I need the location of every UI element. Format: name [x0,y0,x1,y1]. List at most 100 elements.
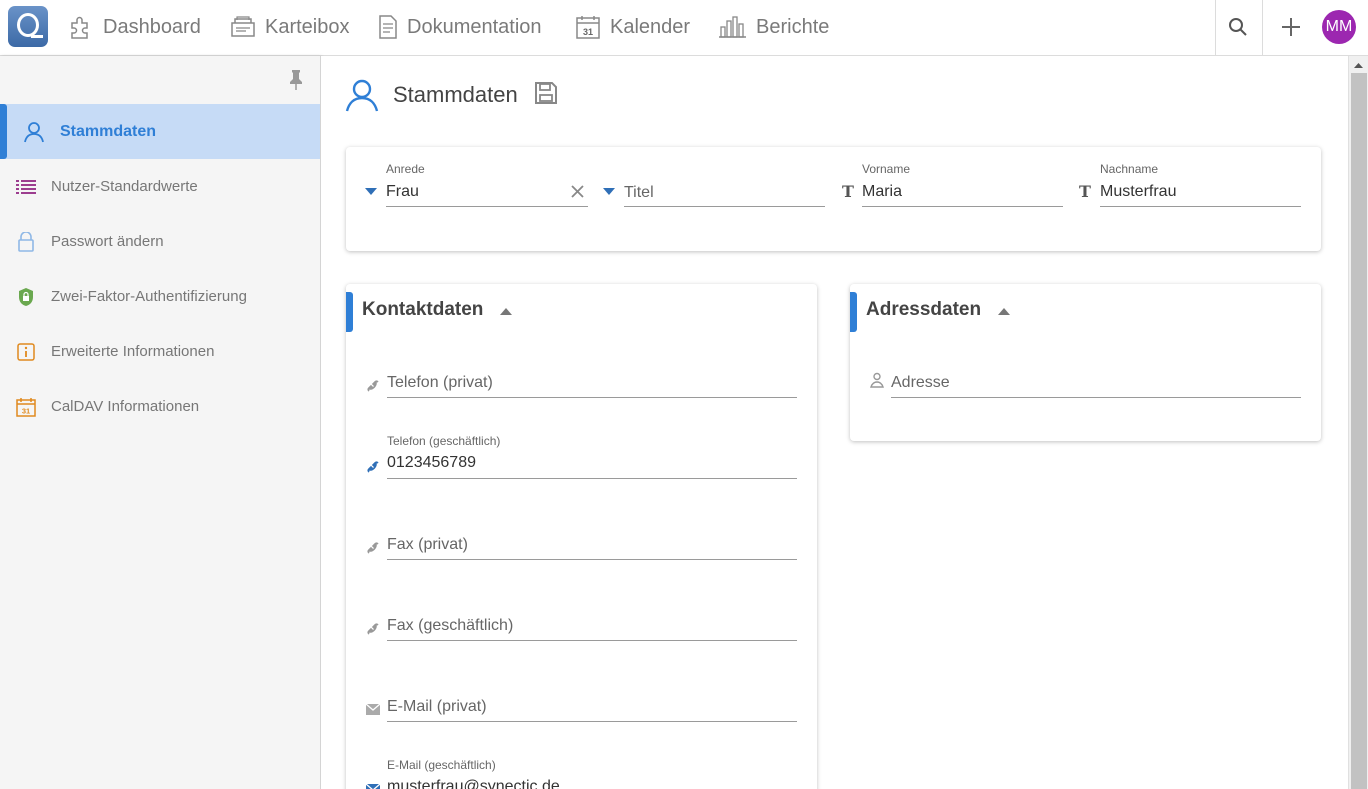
vorname-label: Vorname [862,162,911,176]
avatar[interactable]: MM [1322,10,1356,44]
card-box-icon [231,16,255,37]
telefon-geschaeftlich-value: 0123456789 [387,454,476,471]
sidebar-item-label: Erweiterte Informationen [51,343,215,360]
anrede-label: Anrede [386,162,425,176]
divider [1262,0,1263,55]
sidebar-item-zwei-faktor[interactable]: Zwei-Faktor-Authentifizierung [0,269,320,324]
name-card: Anrede Frau Titel T Vorname Maria T Nach… [346,147,1321,251]
sidebar-item-label: Stammdaten [60,122,157,140]
save-icon [534,81,557,104]
sidebar-item-label: CalDAV Informationen [51,398,200,415]
sidebar-item-nutzer-standardwerte[interactable]: Nutzer-Standardwerte [0,159,320,214]
info-icon [15,341,37,363]
scrollbar[interactable] [1348,56,1368,789]
nav-dokumentation[interactable]: Dokumentation [378,0,542,54]
kontaktdaten-title: Kontaktdaten [362,299,484,320]
vorname-value: Maria [862,183,903,200]
vorname-field[interactable]: Vorname Maria [862,162,1063,208]
email-privat-placeholder: E-Mail (privat) [387,698,487,715]
pin-button[interactable] [288,69,304,96]
dropdown-arrow-icon[interactable] [603,188,615,195]
pin-icon [290,70,302,90]
titel-select[interactable]: Titel [624,162,825,208]
sidebar-item-passwort[interactable]: Passwort ändern [0,214,320,269]
puzzle-icon [71,16,88,39]
mail-icon [365,701,381,717]
list-icon [15,176,37,198]
sidebar-item-label: Passwort ändern [51,233,164,250]
sidebar: Stammdaten Nutzer-Standardwerte Passwort… [0,56,321,789]
app-logo[interactable] [8,6,48,47]
calendar-day: 31 [583,27,593,37]
text-field-icon: T [842,182,854,201]
fax-geschaeftlich-placeholder: Fax (geschäftlich) [387,617,514,634]
email-privat-field[interactable]: E-Mail (privat) [387,680,797,722]
nachname-label: Nachname [1100,162,1159,176]
lock-icon [15,231,37,253]
scroll-up-button[interactable] [1349,56,1368,73]
nav-dashboard[interactable]: Dashboard [68,0,201,54]
clear-icon[interactable] [571,185,584,203]
adresse-placeholder: Adresse [891,374,950,391]
phone-icon [365,458,381,474]
nav-dokumentation-label: Dokumentation [407,15,542,38]
nav-berichte[interactable]: Berichte [717,0,829,54]
divider [1215,0,1216,55]
collapse-caret-icon[interactable] [998,308,1010,315]
telefon-privat-field[interactable]: Telefon (privat) [387,356,797,398]
telefon-privat-placeholder: Telefon (privat) [387,374,493,391]
titel-placeholder: Titel [624,184,654,201]
page-header: Stammdaten [345,78,558,112]
add-button[interactable] [1274,10,1308,44]
top-bar: Dashboard Karteibox Dokumentation 31 Kal… [0,0,1368,56]
user-icon [345,79,379,112]
calendar-icon: 31 [15,396,37,418]
user-icon [23,121,45,143]
search-icon [1229,18,1247,36]
chevron-up-icon [1354,62,1363,68]
fax-privat-field[interactable]: Fax (privat) [387,518,797,560]
section-accent [850,292,857,332]
fax-privat-placeholder: Fax (privat) [387,536,468,553]
dropdown-arrow-icon[interactable] [365,188,377,195]
nav-dashboard-label: Dashboard [103,15,201,38]
document-icon [379,15,397,39]
sidebar-item-label: Zwei-Faktor-Authentifizierung [51,288,247,305]
calendar-icon: 31 [576,16,600,39]
sidebar-item-caldav[interactable]: 31 CalDAV Informationen [0,379,320,434]
adressdaten-card: Adressdaten Adresse [850,284,1321,441]
shield-lock-icon [15,286,37,308]
page-title: Stammdaten [393,82,518,107]
nav-kalender-label: Kalender [610,15,691,38]
kontaktdaten-card: Kontaktdaten Telefon (privat) Telefon (g… [346,284,817,789]
nachname-value: Musterfrau [1100,183,1177,200]
phone-icon [365,539,381,555]
email-geschaeftlich-field[interactable]: E-Mail (geschäftlich) musterfrau@synecti… [387,758,797,789]
nav-berichte-label: Berichte [756,15,830,38]
telefon-geschaeftlich-field[interactable]: Telefon (geschäftlich) 0123456789 [387,434,797,480]
sidebar-item-stammdaten[interactable]: Stammdaten [0,104,320,159]
location-person-icon [869,372,885,388]
sidebar-item-erweiterte-informationen[interactable]: Erweiterte Informationen [0,324,320,379]
telefon-geschaeftlich-label: Telefon (geschäftlich) [387,434,501,448]
nav-karteibox-label: Karteibox [265,15,350,38]
text-field-icon: T [1079,182,1091,201]
collapse-caret-icon[interactable] [500,308,512,315]
nav-karteibox[interactable]: Karteibox [230,0,350,54]
anrede-select[interactable]: Anrede Frau [386,162,588,208]
search-button[interactable] [1221,10,1255,44]
nachname-field[interactable]: Nachname Musterfrau [1100,162,1301,208]
phone-icon [365,377,381,393]
nav-kalender[interactable]: 31 Kalender [575,0,690,54]
calendar-day: 31 [22,406,30,415]
section-accent [346,292,353,332]
plus-icon [1282,18,1300,36]
email-geschaeftlich-value: musterfrau@synectic.de [387,778,560,789]
scroll-thumb[interactable] [1351,73,1367,789]
adresse-field[interactable]: Adresse [891,356,1301,398]
phone-icon [365,620,381,636]
fax-geschaeftlich-field[interactable]: Fax (geschäftlich) [387,599,797,641]
anrede-value: Frau [386,183,419,200]
save-button[interactable] [534,81,558,110]
sidebar-item-label: Nutzer-Standardwerte [51,178,198,195]
